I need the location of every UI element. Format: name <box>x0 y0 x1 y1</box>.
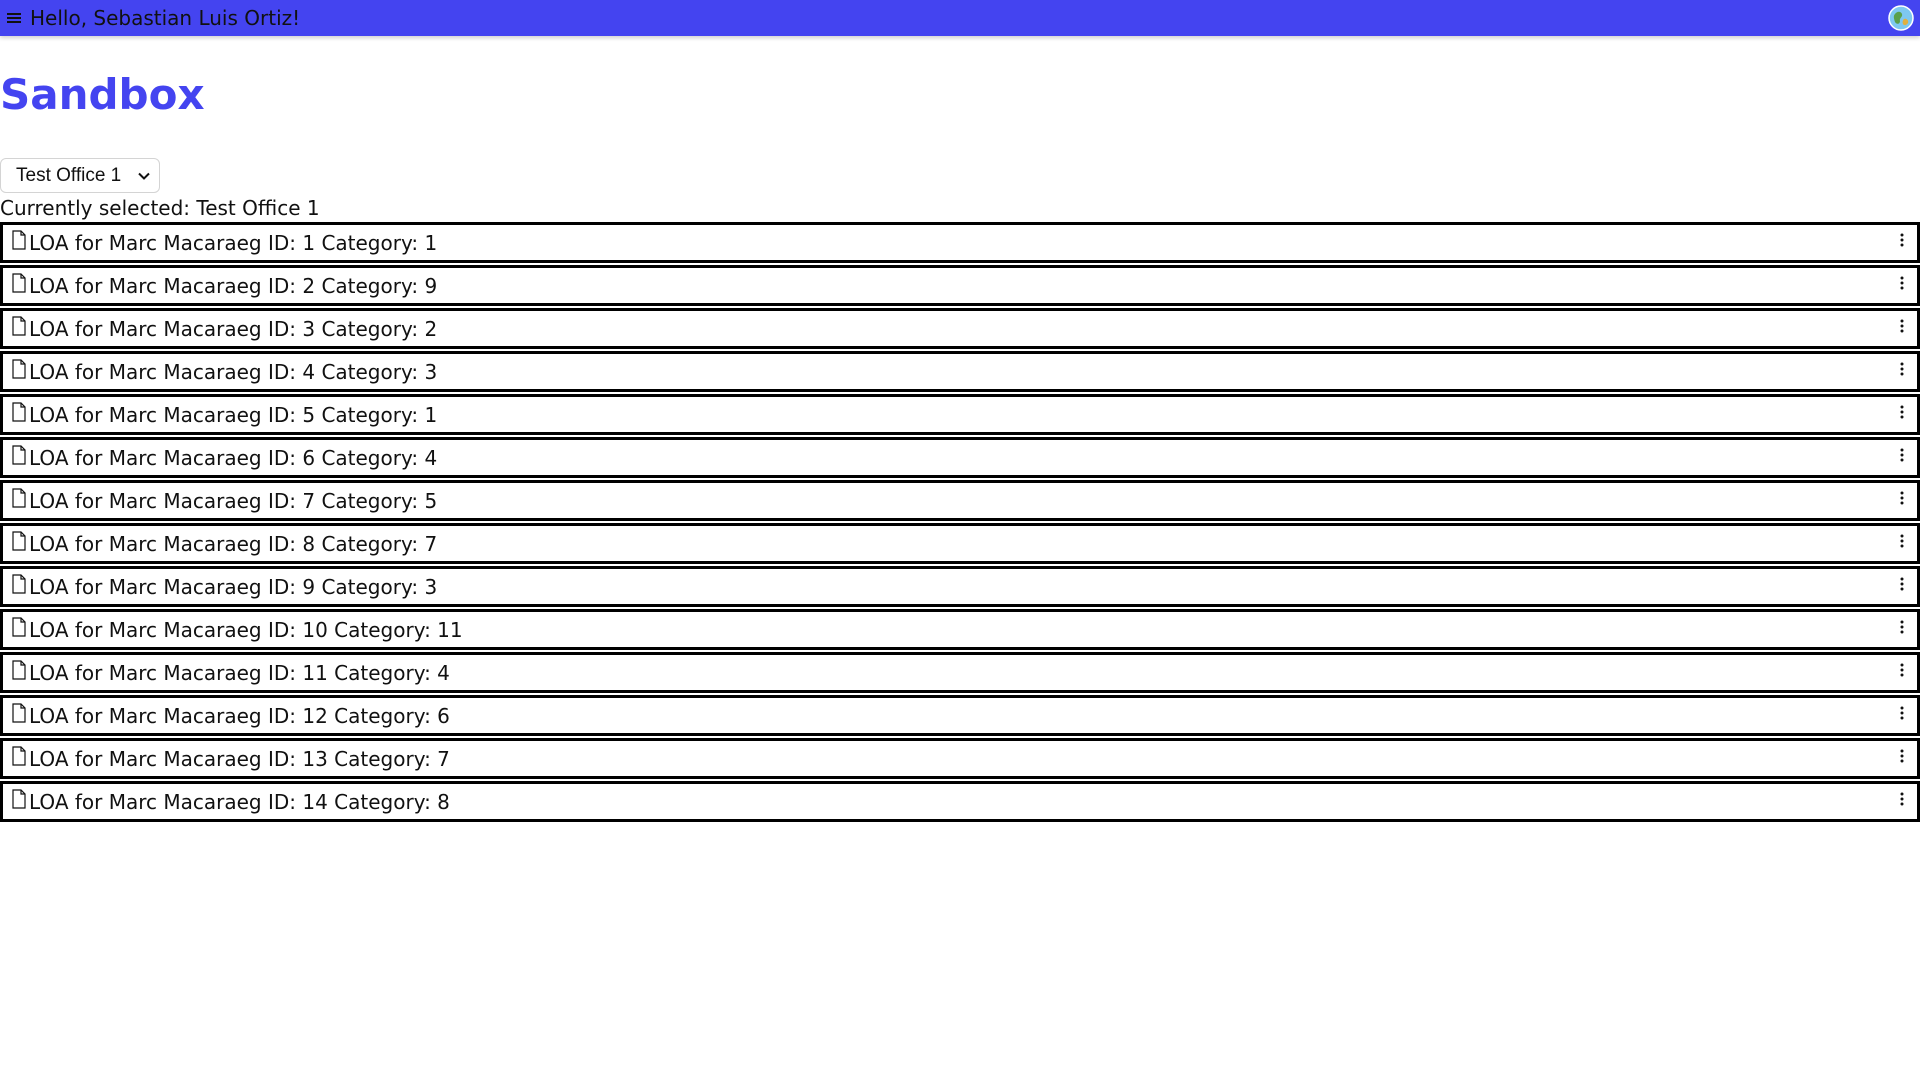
document-label: LOA for Marc Macaraeg ID: 9 Category: 3 <box>29 574 438 599</box>
document-row[interactable]: LOA for Marc Macaraeg ID: 7 Category: 5 <box>0 480 1920 521</box>
document-icon <box>12 401 26 422</box>
document-label: LOA for Marc Macaraeg ID: 14 Category: 8 <box>29 789 450 814</box>
more-options-icon[interactable] <box>1899 274 1905 292</box>
globe-icon[interactable] <box>1888 5 1914 31</box>
more-options-icon[interactable] <box>1899 618 1905 636</box>
document-label: LOA for Marc Macaraeg ID: 5 Category: 1 <box>29 402 438 427</box>
document-label: LOA for Marc Macaraeg ID: 4 Category: 3 <box>29 359 438 384</box>
document-row[interactable]: LOA for Marc Macaraeg ID: 10 Category: 1… <box>0 609 1920 650</box>
document-row[interactable]: LOA for Marc Macaraeg ID: 6 Category: 4 <box>0 437 1920 478</box>
more-options-icon[interactable] <box>1899 704 1905 722</box>
document-icon <box>12 315 26 336</box>
document-row[interactable]: LOA for Marc Macaraeg ID: 9 Category: 3 <box>0 566 1920 607</box>
document-icon <box>12 616 26 637</box>
document-row[interactable]: LOA for Marc Macaraeg ID: 3 Category: 2 <box>0 308 1920 349</box>
more-options-icon[interactable] <box>1899 360 1905 378</box>
document-icon <box>12 272 26 293</box>
document-row[interactable]: LOA for Marc Macaraeg ID: 4 Category: 3 <box>0 351 1920 392</box>
document-list: LOA for Marc Macaraeg ID: 1 Category: 1 L… <box>0 222 1920 824</box>
document-label: LOA for Marc Macaraeg ID: 2 Category: 9 <box>29 273 438 298</box>
document-label: LOA for Marc Macaraeg ID: 12 Category: 6 <box>29 703 450 728</box>
document-row[interactable]: LOA for Marc Macaraeg ID: 1 Category: 1 <box>0 222 1920 263</box>
document-icon <box>12 573 26 594</box>
more-options-icon[interactable] <box>1899 790 1905 808</box>
greeting-text: Hello, Sebastian Luis Ortiz! <box>30 6 301 30</box>
office-select[interactable]: Test Office 1 <box>0 158 160 193</box>
document-icon <box>12 530 26 551</box>
document-icon <box>12 745 26 766</box>
document-icon <box>12 702 26 723</box>
document-row[interactable]: LOA for Marc Macaraeg ID: 14 Category: 8 <box>0 781 1920 822</box>
more-options-icon[interactable] <box>1899 446 1905 464</box>
document-icon <box>12 444 26 465</box>
document-row[interactable]: LOA for Marc Macaraeg ID: 13 Category: 7 <box>0 738 1920 779</box>
document-icon <box>12 358 26 379</box>
more-options-icon[interactable] <box>1899 317 1905 335</box>
document-icon <box>12 229 26 250</box>
more-options-icon[interactable] <box>1899 575 1905 593</box>
document-icon <box>12 788 26 809</box>
hamburger-menu-icon[interactable] <box>7 10 23 26</box>
document-label: LOA for Marc Macaraeg ID: 11 Category: 4 <box>29 660 450 685</box>
document-label: LOA for Marc Macaraeg ID: 7 Category: 5 <box>29 488 438 513</box>
document-label: LOA for Marc Macaraeg ID: 8 Category: 7 <box>29 531 438 556</box>
more-options-icon[interactable] <box>1899 489 1905 507</box>
more-options-icon[interactable] <box>1899 747 1905 765</box>
current-selection-text: Currently selected: Test Office 1 <box>0 196 320 220</box>
document-row[interactable]: LOA for Marc Macaraeg ID: 11 Category: 4 <box>0 652 1920 693</box>
document-label: LOA for Marc Macaraeg ID: 3 Category: 2 <box>29 316 438 341</box>
document-label: LOA for Marc Macaraeg ID: 6 Category: 4 <box>29 445 438 470</box>
more-options-icon[interactable] <box>1899 231 1905 249</box>
more-options-icon[interactable] <box>1899 532 1905 550</box>
document-icon <box>12 487 26 508</box>
more-options-icon[interactable] <box>1899 661 1905 679</box>
document-row[interactable]: LOA for Marc Macaraeg ID: 8 Category: 7 <box>0 523 1920 564</box>
document-row[interactable]: LOA for Marc Macaraeg ID: 5 Category: 1 <box>0 394 1920 435</box>
document-label: LOA for Marc Macaraeg ID: 13 Category: 7 <box>29 746 450 771</box>
office-select-value: Test Office 1 <box>16 164 122 186</box>
chevron-down-icon <box>138 172 150 180</box>
document-row[interactable]: LOA for Marc Macaraeg ID: 2 Category: 9 <box>0 265 1920 306</box>
document-label: LOA for Marc Macaraeg ID: 10 Category: 1… <box>29 617 463 642</box>
top-bar: Hello, Sebastian Luis Ortiz! <box>0 0 1920 36</box>
more-options-icon[interactable] <box>1899 403 1905 421</box>
document-icon <box>12 659 26 680</box>
document-row[interactable]: LOA for Marc Macaraeg ID: 12 Category: 6 <box>0 695 1920 736</box>
document-label: LOA for Marc Macaraeg ID: 1 Category: 1 <box>29 230 438 255</box>
page-title: Sandbox <box>0 70 205 119</box>
